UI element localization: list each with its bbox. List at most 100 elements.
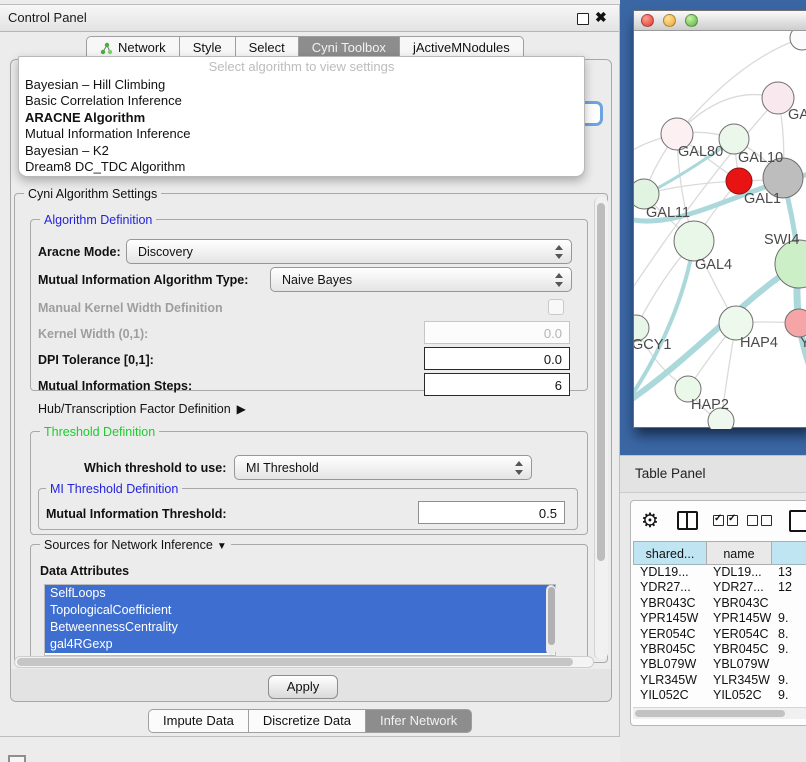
scrollbar-thumb[interactable] bbox=[597, 203, 605, 561]
tab-discretize-data[interactable]: Discretize Data bbox=[248, 709, 365, 733]
algorithm-option[interactable]: ARACNE Algorithm bbox=[19, 110, 584, 126]
gear-icon[interactable]: ⚙ bbox=[641, 508, 659, 533]
which-threshold-select[interactable]: MI Threshold bbox=[234, 455, 532, 480]
column-header[interactable] bbox=[771, 541, 806, 565]
checkbox-unchecked-icon[interactable] bbox=[747, 515, 758, 526]
table-cell: YPR145W bbox=[633, 611, 706, 626]
spinner-arrows-icon bbox=[514, 460, 522, 476]
threshold-definition-title: Threshold Definition bbox=[40, 425, 159, 439]
table-toolbar: ⚙ bbox=[631, 507, 806, 535]
table-cell: YIL052C bbox=[633, 688, 706, 703]
table-cell: 9. bbox=[771, 642, 806, 657]
table-cell: 9. bbox=[771, 673, 806, 688]
network-node-label: HAP4 bbox=[740, 335, 778, 351]
hub-definition-toggle[interactable]: Hub/Transcription Factor Definition▶ bbox=[38, 402, 246, 416]
node-pink-right[interactable] bbox=[785, 309, 806, 337]
scrollbar-thumb[interactable] bbox=[635, 710, 785, 717]
checkbox-checked-icon[interactable] bbox=[727, 515, 738, 526]
new-page-icon[interactable] bbox=[789, 510, 806, 532]
column-header[interactable]: shared... bbox=[633, 541, 706, 565]
table-cell: 12 bbox=[771, 580, 806, 595]
apply-button[interactable]: Apply bbox=[268, 675, 338, 699]
control-panel-window: Control Panel ✖ Network Style Select Cyn… bbox=[0, 4, 620, 737]
table-row[interactable]: YER054CYER054C8. bbox=[633, 627, 806, 642]
settings-horizontal-scrollbar[interactable] bbox=[14, 656, 594, 668]
cyni-bottom-tabs: Impute Data Discretize Data Infer Networ… bbox=[148, 709, 472, 733]
settings-vertical-scrollbar[interactable] bbox=[594, 197, 608, 659]
table-cell: YLR345W bbox=[706, 673, 771, 688]
data-attribute-item[interactable]: SelfLoops bbox=[45, 585, 555, 602]
table-row[interactable]: YIL052CYIL052C9. bbox=[633, 688, 806, 703]
data-attributes-list[interactable]: SelfLoopsTopologicalCoefficientBetweenne… bbox=[44, 584, 556, 656]
data-attribute-item[interactable]: TopologicalCoefficient bbox=[45, 602, 555, 619]
node-top-clipped[interactable] bbox=[790, 31, 806, 50]
network-node-label: GAL4 bbox=[695, 257, 732, 273]
close-traffic-light-icon[interactable] bbox=[641, 14, 654, 27]
table-row[interactable]: YDL19...YDL19...13 bbox=[633, 565, 806, 580]
aracne-mode-label: Aracne Mode: bbox=[38, 245, 121, 259]
which-threshold-value: MI Threshold bbox=[246, 461, 319, 475]
table-cell: YBL079W bbox=[706, 657, 771, 672]
network-view-window[interactable]: GALGAL80GAL10GAL1GAL11SWI4GAL4GCY1HAP4YH… bbox=[633, 10, 806, 428]
kernel-width-input[interactable]: 0.0 bbox=[424, 321, 570, 344]
network-window-titlebar[interactable] bbox=[634, 11, 806, 31]
checkbox-checked-icon[interactable] bbox=[713, 515, 724, 526]
mi-steps-input[interactable]: 6 bbox=[424, 373, 570, 396]
table-panel-titlebar: Table Panel bbox=[620, 456, 806, 493]
data-attribute-item[interactable]: gal4RGexp bbox=[45, 636, 555, 653]
close-icon[interactable]: ✖ bbox=[595, 9, 607, 26]
dpi-tolerance-input[interactable]: 0.0 bbox=[424, 347, 570, 370]
network-node-label: GCY1 bbox=[634, 337, 672, 353]
tab-infer-network[interactable]: Infer Network bbox=[365, 709, 472, 733]
control-panel-titlebar: Control Panel ✖ bbox=[0, 5, 619, 32]
mi-type-select[interactable]: Naive Bayes bbox=[270, 267, 572, 292]
algorithm-option[interactable]: Bayesian – Hill Climbing bbox=[19, 77, 584, 93]
scrollbar-thumb[interactable] bbox=[17, 658, 573, 666]
table-cell: YLR345W bbox=[633, 673, 706, 688]
mi-threshold-group-title: MI Threshold Definition bbox=[46, 482, 182, 496]
table-row[interactable]: YDR27...YDR27...12 bbox=[633, 580, 806, 595]
table-row[interactable]: YBR045CYBR045C9. bbox=[633, 642, 806, 657]
manual-kernel-checkbox[interactable] bbox=[548, 299, 564, 315]
table-cell: 13 bbox=[771, 565, 806, 580]
algorithm-option[interactable]: Basic Correlation Inference bbox=[19, 93, 584, 109]
data-attribute-item[interactable]: BetweennessCentrality bbox=[45, 619, 555, 636]
mi-steps-label: Mutual Information Steps: bbox=[38, 379, 192, 393]
aracne-mode-select[interactable]: Discovery bbox=[126, 239, 572, 264]
tab-impute-data[interactable]: Impute Data bbox=[148, 709, 248, 733]
zoom-traffic-light-icon[interactable] bbox=[685, 14, 698, 27]
minimized-panel-button[interactable] bbox=[8, 755, 26, 762]
tab-label: Discretize Data bbox=[263, 713, 351, 728]
data-attributes-label: Data Attributes bbox=[40, 564, 129, 578]
table-row[interactable]: YBL079WYBL079W bbox=[633, 657, 806, 672]
algorithm-option[interactable]: Bayesian – K2 bbox=[19, 143, 584, 159]
table-row[interactable]: YPR145WYPR145W9. bbox=[633, 611, 806, 626]
aracne-mode-value: Discovery bbox=[138, 245, 193, 259]
table-cell: YER054C bbox=[633, 627, 706, 642]
table-cell: YDR27... bbox=[706, 580, 771, 595]
scrollbar-thumb[interactable] bbox=[548, 587, 555, 645]
minimize-traffic-light-icon[interactable] bbox=[663, 14, 676, 27]
mi-threshold-input[interactable]: 0.5 bbox=[418, 501, 565, 524]
float-window-icon[interactable] bbox=[577, 13, 589, 25]
table-row[interactable]: YLR345WYLR345W9. bbox=[633, 673, 806, 688]
network-edge[interactable] bbox=[634, 264, 799, 403]
split-columns-icon[interactable] bbox=[677, 511, 698, 530]
table-panel-window: Table Panel ⚙ shared...name YDL19...YDL1… bbox=[620, 455, 806, 762]
checkbox-unchecked-icon[interactable] bbox=[761, 515, 772, 526]
network-node-label: Y bbox=[800, 335, 806, 351]
sources-group-title[interactable]: Sources for Network Inference▼ bbox=[40, 538, 231, 552]
node-gal4[interactable] bbox=[674, 221, 714, 261]
table-cell: YDL19... bbox=[633, 565, 706, 580]
table-horizontal-scrollbar[interactable] bbox=[633, 707, 806, 719]
column-header[interactable]: name bbox=[706, 541, 771, 565]
algorithm-option[interactable]: Mutual Information Inference bbox=[19, 126, 584, 142]
table-row[interactable]: YBR043CYBR043C bbox=[633, 596, 806, 611]
algorithm-option[interactable]: Dream8 DC_TDC Algorithm bbox=[19, 159, 584, 175]
network-canvas[interactable]: GALGAL80GAL10GAL1GAL11SWI4GAL4GCY1HAP4YH… bbox=[634, 31, 806, 429]
attributes-vertical-scrollbar[interactable] bbox=[546, 585, 556, 655]
algorithm-dropdown-popup: Select algorithm to view settings Bayesi… bbox=[18, 56, 585, 177]
table-panel-title: Table Panel bbox=[635, 466, 706, 481]
which-threshold-label: Which threshold to use: bbox=[84, 461, 226, 475]
mi-type-value: Naive Bayes bbox=[282, 273, 352, 287]
